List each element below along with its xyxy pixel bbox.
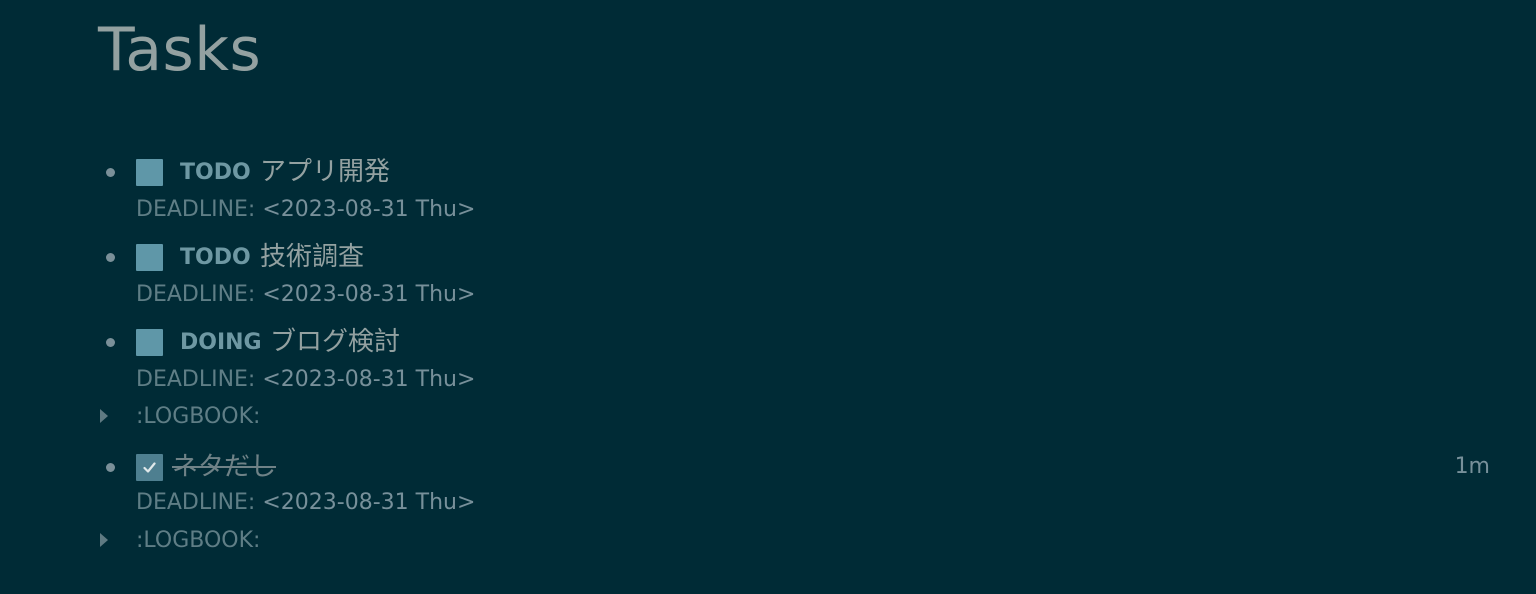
block-bullet[interactable] (106, 338, 115, 347)
block-bullet[interactable] (106, 463, 115, 472)
check-icon (143, 462, 156, 473)
caret-right-icon[interactable] (100, 409, 108, 423)
page-title[interactable]: Tasks (98, 14, 261, 86)
task-row: DOING ブログ検討 (0, 326, 1536, 357)
tasks-page: Tasks TODO アプリ開発 DEADLINE: <2023-08-31 T… (0, 0, 1536, 594)
deadline-label: DEADLINE: (136, 197, 256, 222)
task-row: TODO 技術調査 (0, 241, 1536, 272)
deadline-date: <2023-08-31 Thu> (262, 282, 476, 307)
logbook-label: :LOGBOOK: (136, 528, 261, 553)
task-title[interactable]: 技術調査 (260, 242, 364, 272)
task-marker[interactable]: TODO (180, 244, 251, 272)
deadline-date: <2023-08-31 Thu> (262, 197, 476, 222)
deadline-date: <2023-08-31 Thu> (262, 367, 476, 392)
task-checkbox[interactable] (136, 329, 163, 356)
task-checkbox[interactable] (136, 244, 163, 271)
task-deadline[interactable]: DEADLINE: <2023-08-31 Thu> (136, 366, 475, 394)
task-deadline[interactable]: DEADLINE: <2023-08-31 Thu> (136, 281, 475, 309)
logbook-toggle[interactable]: :LOGBOOK: (98, 527, 398, 555)
block-bullet[interactable] (106, 168, 115, 177)
task-deadline[interactable]: DEADLINE: <2023-08-31 Thu> (136, 489, 475, 517)
deadline-label: DEADLINE: (136, 490, 256, 515)
logbook-label: :LOGBOOK: (136, 404, 261, 429)
task-row: TODO アプリ開発 (0, 156, 1536, 187)
deadline-label: DEADLINE: (136, 367, 256, 392)
deadline-label: DEADLINE: (136, 282, 256, 307)
task-deadline[interactable]: DEADLINE: <2023-08-31 Thu> (136, 196, 475, 224)
task-title[interactable]: ブログ検討 (270, 327, 400, 357)
task-duration: 1m (1454, 454, 1490, 479)
task-marker[interactable]: TODO (180, 159, 251, 187)
task-row: ネタだし 1m (0, 451, 1536, 482)
task-marker[interactable]: DOING (180, 329, 262, 357)
task-title[interactable]: ネタだし (172, 452, 276, 482)
task-checkbox[interactable] (136, 159, 163, 186)
deadline-date: <2023-08-31 Thu> (262, 490, 476, 515)
task-title[interactable]: アプリ開発 (260, 157, 390, 187)
task-checkbox[interactable] (136, 454, 163, 481)
block-bullet[interactable] (106, 253, 115, 262)
caret-right-icon[interactable] (100, 533, 108, 547)
logbook-toggle[interactable]: :LOGBOOK: (98, 403, 398, 431)
